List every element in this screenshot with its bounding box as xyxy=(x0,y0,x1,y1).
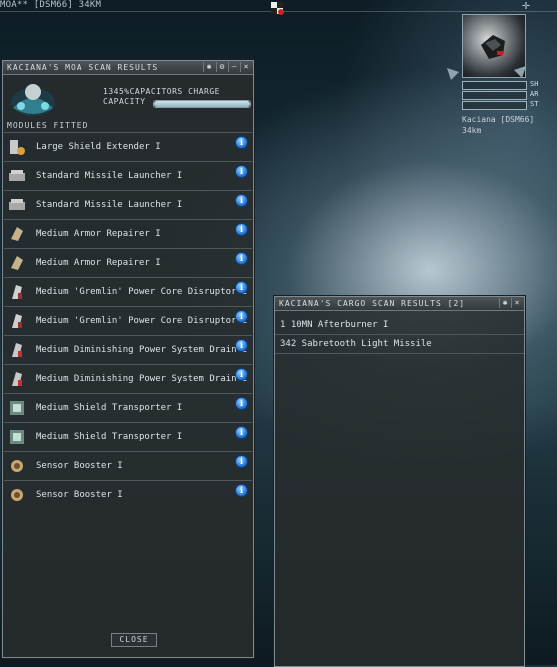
armor-repairer-icon xyxy=(8,225,26,243)
power-drain-icon xyxy=(8,370,26,388)
armor-repairer-icon xyxy=(8,254,26,272)
info-icon[interactable]: i xyxy=(235,281,248,294)
module-name: Large Shield Extender I xyxy=(36,142,161,152)
structure-bar: ST xyxy=(462,100,552,110)
sensor-booster-icon xyxy=(8,457,26,475)
info-icon[interactable]: i xyxy=(235,223,248,236)
info-icon[interactable]: i xyxy=(235,252,248,265)
target-health-bars: SH AR ST xyxy=(462,80,552,111)
module-name: Standard Missile Launcher I xyxy=(36,200,183,210)
info-icon[interactable]: i xyxy=(235,310,248,323)
module-row[interactable]: Medium Diminishing Power System Drain Ii xyxy=(4,364,252,393)
pin-icon[interactable]: ✱ xyxy=(203,62,215,72)
info-icon[interactable]: i xyxy=(235,484,248,497)
target-distance: 34km xyxy=(462,126,482,135)
close-icon[interactable]: × xyxy=(240,62,252,72)
info-icon[interactable]: i xyxy=(235,426,248,439)
module-name: Medium Armor Repairer I xyxy=(36,229,161,239)
modules-list: Large Shield Extender Ii Standard Missile… xyxy=(4,132,252,509)
info-icon[interactable]: i xyxy=(235,136,248,149)
cargo-item[interactable]: 1 10MN Afterburner I xyxy=(275,316,524,335)
info-icon[interactable]: i xyxy=(235,368,248,381)
warp-target-icon[interactable] xyxy=(270,0,284,15)
window-titlebar[interactable]: KACIANA'S CARGO SCAN RESULTS [2] ✱ × xyxy=(275,297,524,311)
power-disruptor-icon xyxy=(8,312,26,330)
module-name: Sensor Booster I xyxy=(36,461,123,471)
sensor-booster-icon xyxy=(8,486,26,504)
window-title: KACIANA'S CARGO SCAN RESULTS [2] xyxy=(279,299,466,308)
missile-launcher-icon xyxy=(8,167,26,185)
crosshair-icon: ✛ xyxy=(522,0,530,13)
ship-scan-window: KACIANA'S MOA SCAN RESULTS ✱ ⚙ – × 1345%… xyxy=(2,60,254,658)
target-bracket-icon xyxy=(514,66,526,78)
module-row[interactable]: Sensor Booster I i xyxy=(4,451,252,480)
target-label: Kaciana [DSM66] 34km xyxy=(462,114,534,136)
cargo-item[interactable]: 342 Sabretooth Light Missile xyxy=(275,335,524,354)
module-name: Medium Diminishing Power System Drain I xyxy=(36,374,248,384)
ship-icon xyxy=(11,84,55,116)
minimize-icon[interactable]: – xyxy=(228,62,240,72)
module-name: Medium Shield Transporter I xyxy=(36,403,183,413)
module-name: Medium Armor Repairer I xyxy=(36,258,161,268)
power-disruptor-icon xyxy=(8,283,26,301)
module-row[interactable]: Medium Shield Transporter I i xyxy=(4,393,252,422)
armor-bar: AR xyxy=(462,90,552,100)
module-name: Medium Diminishing Power System Drain I xyxy=(36,345,248,355)
module-row[interactable]: Large Shield Extender I i xyxy=(4,132,252,161)
shield-transporter-icon xyxy=(8,428,26,446)
window-titlebar[interactable]: KACIANA'S MOA SCAN RESULTS ✱ ⚙ – × xyxy=(3,61,253,75)
ship-header: 1345%CAPACITORS CHARGE CAPACITY MODULES … xyxy=(3,75,253,133)
module-row[interactable]: Standard Missile Launcher I i xyxy=(4,190,252,219)
module-row[interactable]: Medium 'Gremlin' Power Core Disruptor Ii xyxy=(4,306,252,335)
module-row[interactable]: Sensor Booster I i xyxy=(4,480,252,509)
info-icon[interactable]: i xyxy=(235,194,248,207)
missile-launcher-icon xyxy=(8,196,26,214)
module-name: Medium 'Gremlin' Power Core Disruptor I xyxy=(36,287,248,297)
capacitor-charge-label: 1345%CAPACITORS CHARGE xyxy=(103,87,220,96)
modules-fitted-label: MODULES FITTED xyxy=(7,121,89,130)
settings-icon[interactable]: ⚙ xyxy=(216,62,228,72)
close-icon[interactable]: × xyxy=(511,298,523,308)
shield-extender-icon xyxy=(8,138,26,156)
capacity-label: CAPACITY xyxy=(103,97,146,106)
module-row[interactable]: Standard Missile Launcher I i xyxy=(4,161,252,190)
close-button[interactable]: CLOSE xyxy=(111,633,157,647)
target-bracket-icon xyxy=(447,68,459,80)
shield-transporter-icon xyxy=(8,399,26,417)
module-row[interactable]: Medium Diminishing Power System Drain Ii xyxy=(4,335,252,364)
info-icon[interactable]: i xyxy=(235,397,248,410)
target-overview-text: MOA** [DSM66] 34KM xyxy=(0,0,102,10)
cargo-scan-window: KACIANA'S CARGO SCAN RESULTS [2] ✱ × 1 1… xyxy=(274,296,525,667)
module-name: Medium Shield Transporter I xyxy=(36,432,183,442)
info-icon[interactable]: i xyxy=(235,455,248,468)
module-row[interactable]: Medium 'Gremlin' Power Core Disruptor Ii xyxy=(4,277,252,306)
info-icon[interactable]: i xyxy=(235,339,248,352)
module-row[interactable]: Medium Shield Transporter I i xyxy=(4,422,252,451)
power-drain-icon xyxy=(8,341,26,359)
capacitor-bar xyxy=(153,100,251,108)
shield-bar: SH xyxy=(462,80,552,90)
info-icon[interactable]: i xyxy=(235,165,248,178)
window-title: KACIANA'S MOA SCAN RESULTS xyxy=(7,63,159,72)
module-name: Sensor Booster I xyxy=(36,490,123,500)
module-name: Standard Missile Launcher I xyxy=(36,171,183,181)
module-name: Medium 'Gremlin' Power Core Disruptor I xyxy=(36,316,248,326)
pin-icon[interactable]: ✱ xyxy=(499,298,511,308)
module-row[interactable]: Medium Armor Repairer I i xyxy=(4,248,252,277)
module-row[interactable]: Medium Armor Repairer I i xyxy=(4,219,252,248)
target-name: Kaciana [DSM66] xyxy=(462,115,535,124)
